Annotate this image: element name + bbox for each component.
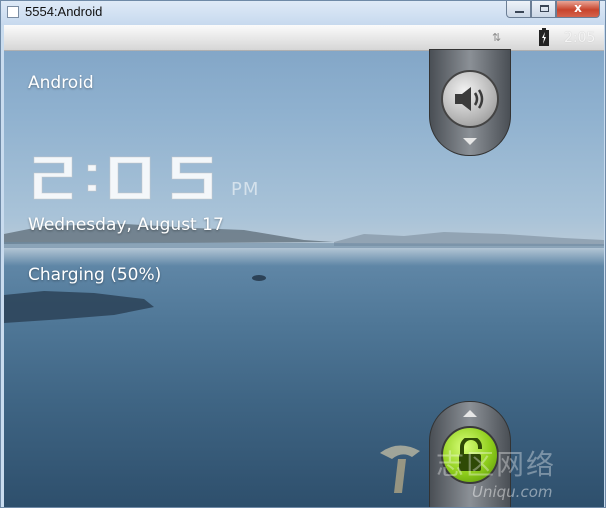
- close-icon: x: [574, 1, 582, 15]
- data-arrows-icon: ⇅: [492, 31, 502, 44]
- sound-toggle-button[interactable]: [441, 70, 499, 128]
- app-icon: [7, 6, 19, 18]
- carrier-label: Android: [28, 73, 94, 93]
- sound-toggle-tab[interactable]: [429, 49, 511, 156]
- emulator-window: 5554:Android x ⇅ 2:05 Android PM Wednesd…: [0, 0, 606, 508]
- minimize-button[interactable]: [506, 1, 531, 18]
- window-title: 5554:Android: [25, 4, 103, 19]
- watermark-url: Uniqu.com: [472, 483, 553, 501]
- minimize-icon: [515, 11, 524, 13]
- chevron-up-icon: [463, 410, 477, 417]
- charging-status: Charging (50%): [28, 265, 162, 285]
- status-clock: 2:05: [564, 30, 596, 46]
- window-titlebar[interactable]: 5554:Android x: [1, 1, 605, 25]
- clock-ampm: PM: [231, 179, 260, 200]
- chevron-down-icon: [463, 138, 477, 145]
- lockscreen-clock: [33, 156, 213, 200]
- android-screen[interactable]: ⇅ 2:05 Android PM Wednesday, August 17 C…: [4, 25, 604, 507]
- speaker-icon: [455, 87, 484, 111]
- maximize-button[interactable]: [531, 1, 556, 18]
- close-button[interactable]: x: [556, 1, 600, 18]
- battery-charging-icon: [539, 28, 549, 46]
- lockscreen-date: Wednesday, August 17: [28, 215, 224, 235]
- watermark-text: 志区网络: [436, 448, 557, 481]
- status-bar[interactable]: ⇅ 2:05: [4, 25, 604, 51]
- maximize-icon: [540, 5, 549, 12]
